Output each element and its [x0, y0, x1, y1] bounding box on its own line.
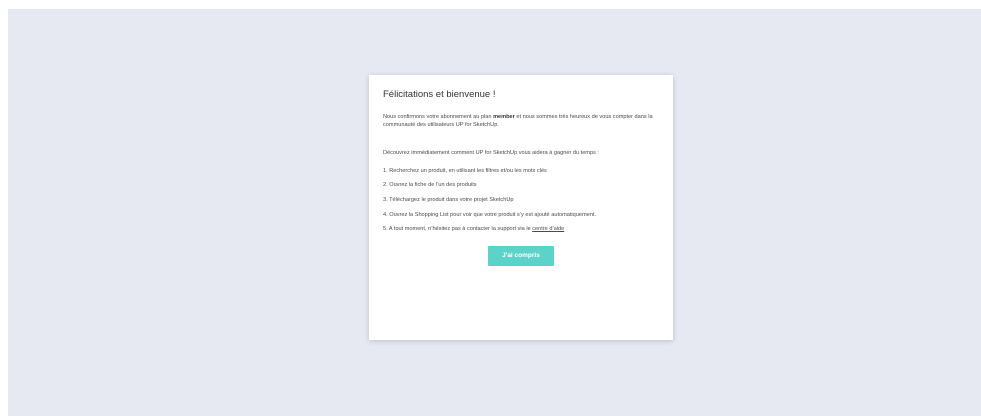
step-item-1: 1. Recherchez un produit, en utilisant l… [383, 167, 547, 174]
dialog-title: Félicitations et bienvenue ! [383, 89, 496, 100]
step-item-2: 2. Ouvrez la fiche de l’un des produits [383, 182, 477, 189]
subscription-confirmation-text: Nous confirmons votre abonnement au plan… [383, 114, 659, 129]
understood-button[interactable]: J'ai compris [488, 245, 554, 266]
step-item-4: 4. Ouvrez la Shopping List pour voir que… [383, 211, 596, 218]
welcome-dialog: Félicitations et bienvenue ! Nous confir… [369, 75, 673, 340]
help-center-link[interactable]: centre d’aide [532, 226, 564, 232]
discover-intro-text: Découvrez immédiatement comment UP for S… [383, 150, 599, 157]
step-item-3: 3. Téléchargez le produit dans votre pro… [383, 196, 514, 203]
step-5-text: 5. A tout moment, n’hésitez pas à contac… [383, 226, 533, 233]
step-item-5: 5. A tout moment, n’hésitez pas à contac… [383, 226, 659, 234]
confirmation-text-start: Nous confirmons votre abonnement au plan [383, 114, 494, 120]
steps-list: 1. Recherchez un produit, en utilisant l… [383, 168, 659, 234]
button-row: J'ai compris [383, 244, 659, 266]
plan-name: member [493, 114, 515, 120]
